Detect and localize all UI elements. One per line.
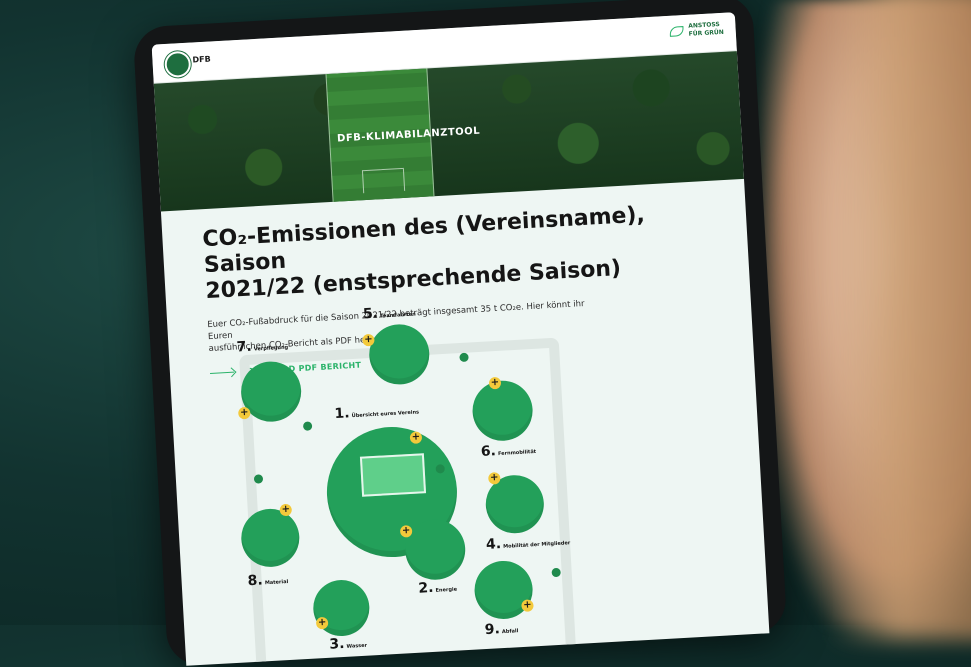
- dfb-logo-icon[interactable]: [164, 50, 192, 79]
- plus-icon[interactable]: +: [399, 524, 413, 538]
- category-label-3: 3. Wasser: [328, 635, 368, 653]
- category-label-9: 9. Abfall: [484, 621, 519, 639]
- anstoss-badge[interactable]: ANSTOSS FÜR GRÜN: [688, 21, 724, 39]
- category-label-7: 7. Verpflegung: [236, 338, 289, 356]
- stadium-icon: [359, 453, 427, 497]
- badge-line-2: FÜR GRÜN: [688, 28, 724, 38]
- tablet-screen: DFB ANSTOSS FÜR GRÜN DFB-KLIMABILANZTOOL…: [151, 12, 770, 666]
- person-hair-blurred: [830, 0, 971, 640]
- plus-icon[interactable]: +: [488, 471, 501, 485]
- category-label-5: 5. Teamfahrten: [362, 305, 416, 323]
- leaf-icon: [669, 26, 684, 37]
- plus-icon[interactable]: +: [488, 376, 502, 390]
- plus-icon[interactable]: +: [409, 431, 423, 444]
- photo-scene: DFB ANSTOSS FÜR GRÜN DFB-KLIMABILANZTOOL…: [0, 0, 971, 667]
- emissions-infographic: + 1. Übersicht eures Vereins + 5. Teamfahr…: [227, 306, 577, 666]
- category-label-6: 6. Fernmobilität: [480, 443, 537, 461]
- plus-icon[interactable]: +: [362, 333, 375, 347]
- page-headline: CO₂-Emissionen des (Vereinsname), Saison…: [202, 199, 710, 305]
- category-label-2: 2. Energie: [417, 579, 458, 597]
- tablet-device: DFB ANSTOSS FÜR GRÜN DFB-KLIMABILANZTOOL…: [132, 0, 788, 667]
- plus-icon[interactable]: +: [315, 616, 329, 630]
- category-label-8: 8. Material: [247, 572, 289, 590]
- brand-label: DFB: [192, 54, 211, 65]
